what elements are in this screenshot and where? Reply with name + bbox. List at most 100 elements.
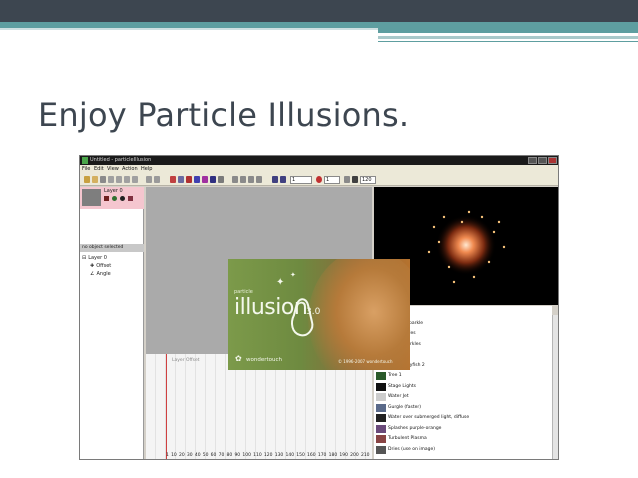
svg-text:✦: ✦ xyxy=(290,271,296,279)
menu-view[interactable]: View xyxy=(107,165,119,174)
window-title: Untitled - particleIllusion xyxy=(90,157,152,163)
ruler-tick-label: 210 xyxy=(360,453,370,458)
tree-item[interactable]: ∠ Angle xyxy=(90,271,111,277)
timeline-track-label: Layer Offset xyxy=(172,358,200,363)
layer-name: Layer 0 xyxy=(104,188,123,194)
emitter-item[interactable]: Stage Lights xyxy=(374,382,552,392)
ruler-tick-label: 50 xyxy=(202,453,209,458)
layer-link-icon[interactable] xyxy=(128,196,133,201)
timeline-cursor[interactable] xyxy=(166,354,167,459)
cut-icon[interactable] xyxy=(108,176,114,183)
frame-field[interactable]: 1 xyxy=(290,176,312,184)
emitter-thumbnail xyxy=(376,424,386,433)
move-down-icon[interactable] xyxy=(248,176,254,183)
emitter-thumbnail xyxy=(376,445,386,454)
emitter-item[interactable]: Gurgle (faster) xyxy=(374,403,552,413)
selection-status: no object selected xyxy=(80,244,144,252)
emitter-label: Water Jet xyxy=(388,394,409,399)
emitter-item[interactable]: Splashes purple-orange xyxy=(374,424,552,434)
emitter-list-scrollbar[interactable] xyxy=(552,315,558,459)
svg-text:✦: ✦ xyxy=(276,277,284,288)
ruler-tick-label: 150 xyxy=(296,453,305,458)
emitter-thumbnail xyxy=(376,382,386,391)
blocker-tool-icon[interactable] xyxy=(186,176,192,183)
emitter-label: Gurgle (faster) xyxy=(388,404,421,410)
menu-file[interactable]: File xyxy=(82,165,90,174)
close-icon[interactable] xyxy=(548,157,557,164)
zoom-tool-icon[interactable] xyxy=(218,176,224,183)
rewind-icon[interactable] xyxy=(272,176,278,183)
play-icon[interactable] xyxy=(280,176,286,183)
new-icon[interactable] xyxy=(84,176,90,183)
force-tool-icon[interactable] xyxy=(194,176,200,183)
menu-edit[interactable]: Edit xyxy=(94,165,104,174)
paste-icon[interactable] xyxy=(124,176,130,183)
layer-lock-icon[interactable] xyxy=(112,196,117,201)
ruler-tick-label: 160 xyxy=(307,453,316,458)
ruler-tick-label: 190 xyxy=(339,453,348,458)
redo-icon[interactable] xyxy=(154,176,160,183)
emitter-tool-icon[interactable] xyxy=(170,176,176,183)
toolbar: 1 1 120 xyxy=(80,174,558,186)
tree-item-label: Offset xyxy=(96,263,112,269)
emitter-item[interactable]: Water Jet xyxy=(374,392,552,402)
maximize-icon[interactable] xyxy=(538,157,547,164)
layers-panel: Layer 0 no object selected ⊟ Layer 0 ✚ Off… xyxy=(80,187,144,459)
minimize-icon[interactable] xyxy=(528,157,537,164)
emitter-label: Tree 1 xyxy=(388,373,402,378)
spark-particle xyxy=(497,220,501,224)
move-icon[interactable] xyxy=(232,176,238,183)
layer-icon: ⊟ xyxy=(82,255,87,261)
ruler-tick-label: 170 xyxy=(317,453,327,458)
delete-icon[interactable] xyxy=(132,176,138,183)
ruler-tick-label: 120 xyxy=(263,453,273,458)
emitter-label: Turbulent Plasma xyxy=(388,436,427,441)
loop-icon[interactable] xyxy=(344,176,350,183)
layer-tool-icon[interactable] xyxy=(202,176,208,183)
slide-header-bar xyxy=(0,0,638,22)
open-icon[interactable] xyxy=(92,176,98,183)
spark-particle xyxy=(467,210,471,214)
save-icon[interactable] xyxy=(100,176,106,183)
layer-card[interactable]: Layer 0 xyxy=(80,187,144,209)
tree-root[interactable]: ⊟ Layer 0 xyxy=(82,255,107,261)
fps-field[interactable]: 120 xyxy=(360,176,376,184)
layer-hide-icon[interactable] xyxy=(104,196,109,201)
spark-particle xyxy=(427,250,431,254)
emitter-label: Splashes purple-orange xyxy=(388,425,442,431)
move-right-icon[interactable] xyxy=(256,176,262,183)
undo-icon[interactable] xyxy=(146,176,152,183)
emitter-label: Stage Lights xyxy=(388,383,417,389)
emitter-thumbnail xyxy=(376,372,386,380)
select-tool-icon[interactable] xyxy=(210,176,216,183)
emitter-item[interactable]: Tree 1 xyxy=(374,371,552,381)
record-icon[interactable] xyxy=(316,176,322,183)
ruler-tick-label: 30 xyxy=(186,453,193,458)
ruler-tick-label: 70 xyxy=(218,453,225,458)
ruler-tick-label: 80 xyxy=(226,453,233,458)
emitter-item[interactable]: Water over submerged light, diffuse xyxy=(374,413,552,423)
count-field[interactable]: 1 xyxy=(324,176,340,184)
emitter-thumbnail xyxy=(376,435,386,443)
spark-particle xyxy=(452,280,456,284)
menu-action[interactable]: Action xyxy=(122,165,138,174)
slide-title: Enjoy Particle Illusions. xyxy=(38,96,410,134)
move-up-icon[interactable] xyxy=(240,176,246,183)
fps-icon[interactable] xyxy=(352,176,358,183)
emitter-item[interactable]: Dries (use on image) xyxy=(374,445,552,455)
ruler-tick-label: 200 xyxy=(350,453,359,458)
deflector-tool-icon[interactable] xyxy=(178,176,184,183)
slide-accent-strip xyxy=(378,28,638,33)
angle-icon: ∠ xyxy=(90,271,95,277)
tree-item[interactable]: ✚ Offset xyxy=(90,263,111,269)
splash-version: 3.0 xyxy=(306,307,321,317)
layer-solo-icon[interactable] xyxy=(120,196,125,201)
tree-item-label: Angle xyxy=(96,271,111,277)
copy-icon[interactable] xyxy=(116,176,122,183)
ruler-tick-label: 1 xyxy=(166,453,169,458)
emitter-item[interactable]: Turbulent Plasma xyxy=(374,434,552,444)
menu-help[interactable]: Help xyxy=(141,165,152,174)
ruler-tick-label: 40 xyxy=(194,453,201,458)
splash-brand-icon: ✿ xyxy=(235,354,242,363)
ruler-tick-label: 10 xyxy=(171,453,177,458)
